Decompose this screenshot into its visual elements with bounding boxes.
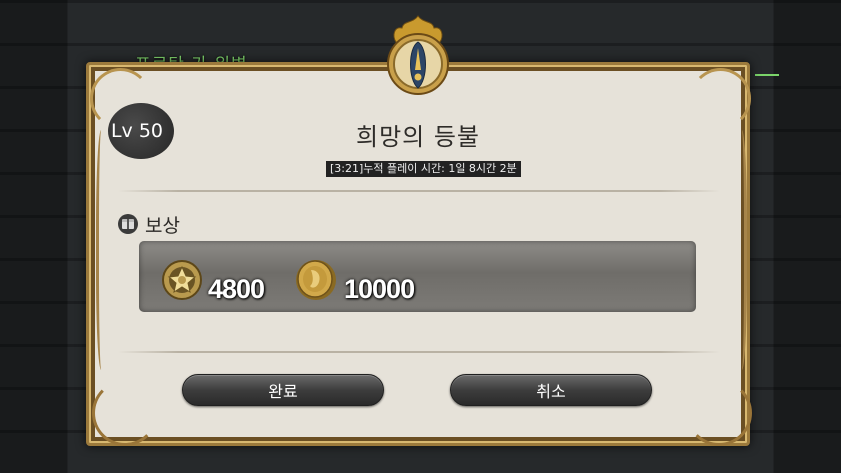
- reward-item[interactable]: 4800: [160, 258, 265, 306]
- reward-amount: 10000: [344, 273, 415, 304]
- complete-button[interactable]: 완료: [182, 374, 384, 406]
- divider: [118, 351, 720, 353]
- ornament-vine-left: [96, 130, 109, 370]
- cancel-button[interactable]: 취소: [450, 374, 652, 406]
- reward-item[interactable]: 10000: [292, 258, 415, 306]
- quest-title: 희망의 등불: [355, 123, 481, 151]
- reward-section-label: 보상: [145, 215, 180, 237]
- divider: [118, 190, 720, 192]
- reward-section-icon: [118, 214, 138, 234]
- background-hud-line: [755, 74, 779, 76]
- exclamation-emblem-icon: [382, 14, 454, 100]
- gil-coin-icon: [160, 258, 204, 306]
- reward-amount: 4800: [208, 273, 265, 304]
- gold-coin-icon: [292, 258, 340, 306]
- ornament-vine-right: [734, 130, 747, 370]
- playtime-label: [3:21]누적 플레이 시간: 1일 8시간 2분: [326, 161, 521, 177]
